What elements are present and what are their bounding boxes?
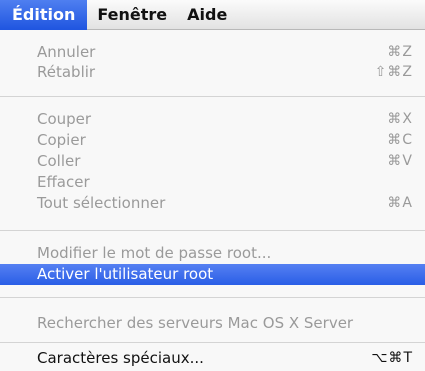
app-screen: Édition Fenêtre Aide Annuler ⌘Z Rétablir… (0, 0, 425, 371)
menu-item-label: Activer l'utilisateur root (37, 265, 214, 283)
menu-item-label: Annuler (37, 43, 96, 61)
menu-item-label: Caractères spéciaux... (37, 349, 204, 367)
menu-item-rechercher-serveurs[interactable]: Rechercher des serveurs Mac OS X Server (0, 313, 425, 334)
shortcut-label: ⌥⌘T (371, 350, 413, 366)
shortcut-label: ⌘X (387, 111, 413, 127)
menu-item-modifier-mot-de-passe[interactable]: Modifier le mot de passe root... (0, 243, 425, 264)
menu-fenetre[interactable]: Fenêtre (87, 0, 177, 30)
menu-separator (0, 342, 425, 343)
menu-item-label: Rechercher des serveurs Mac OS X Server (37, 314, 354, 332)
menu-item-label: Couper (37, 110, 92, 128)
menu-item-label: Coller (37, 152, 81, 170)
menu-separator (0, 96, 425, 97)
menu-separator (0, 230, 425, 231)
menu-item-coller[interactable]: Coller ⌘V (0, 151, 425, 172)
menu-item-label: Tout sélectionner (37, 194, 166, 212)
shortcut-label: ⇧⌘Z (374, 64, 413, 80)
menu-edition[interactable]: Édition (0, 0, 88, 30)
menu-separator (0, 297, 425, 298)
shortcut-label: ⌘Z (387, 44, 413, 60)
menu-item-effacer[interactable]: Effacer (0, 172, 425, 193)
menu-bar: Édition Fenêtre Aide (0, 0, 425, 30)
menu-item-annuler[interactable]: Annuler ⌘Z (0, 42, 425, 63)
menu-item-label: Rétablir (37, 63, 96, 81)
menu-item-retablir[interactable]: Rétablir ⇧⌘Z (0, 62, 425, 83)
menu-item-label: Effacer (37, 173, 90, 191)
menu-item-tout-selectionner[interactable]: Tout sélectionner ⌘A (0, 193, 425, 214)
menu-item-label: Modifier le mot de passe root... (37, 244, 272, 262)
shortcut-label: ⌘C (387, 132, 413, 148)
menu-item-label: Copier (37, 131, 86, 149)
shortcut-label: ⌘A (387, 195, 413, 211)
menu-item-caracteres-speciaux[interactable]: Caractères spéciaux... ⌥⌘T (0, 348, 425, 369)
menu-item-couper[interactable]: Couper ⌘X (0, 109, 425, 130)
menu-aide[interactable]: Aide (177, 0, 237, 30)
menu-item-copier[interactable]: Copier ⌘C (0, 130, 425, 151)
menu-item-activer-root[interactable]: Activer l'utilisateur root (0, 264, 425, 285)
shortcut-label: ⌘V (387, 153, 413, 169)
